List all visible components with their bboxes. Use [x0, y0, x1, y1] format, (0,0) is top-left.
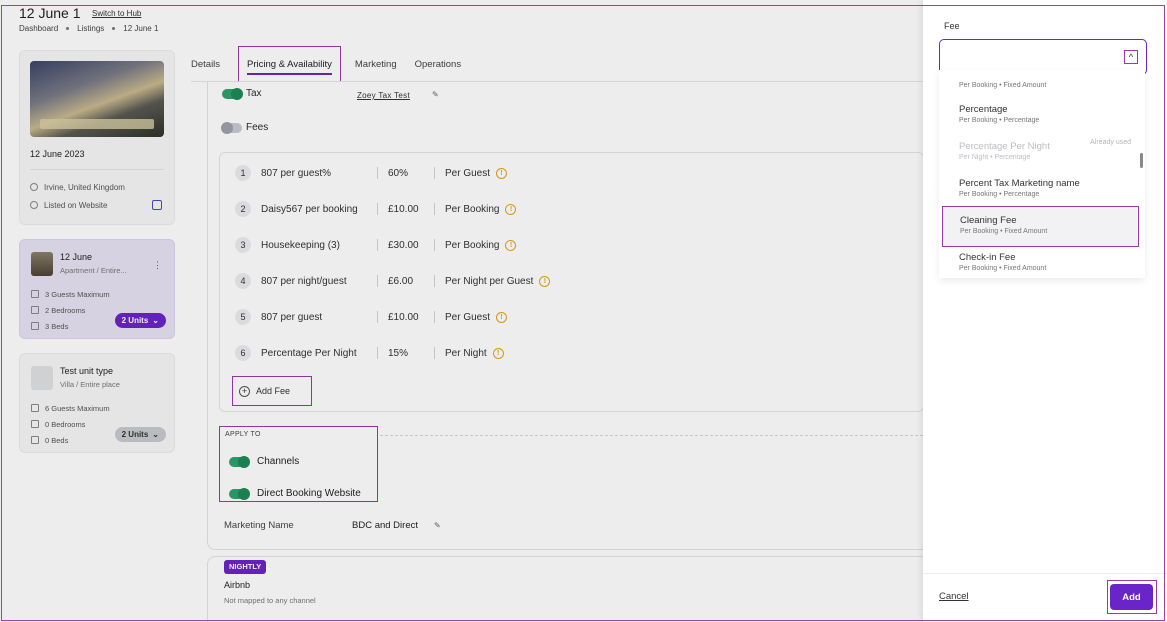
fee-option-cleaning[interactable]: Cleaning Fee Per Booking • Fixed Amount: [942, 206, 1139, 247]
option-name: Percentage: [959, 104, 1008, 115]
fee-option[interactable]: Percent Tax Marketing name Per Booking •…: [939, 174, 1137, 207]
fee-option[interactable]: Check-in Fee Per Booking • Fixed Amount: [939, 248, 1137, 278]
add-fee-drawer: Fee ^ Per Booking • Fixed Amount Percent…: [923, 0, 1167, 622]
fee-option-partial[interactable]: Per Booking • Fixed Amount: [939, 70, 1137, 97]
fee-options-list: Per Booking • Fixed Amount Percentage Pe…: [939, 70, 1145, 278]
chevron-up-icon[interactable]: ^: [1124, 50, 1138, 64]
option-sub: Per Booking • Fixed Amount: [959, 82, 1047, 89]
modal-overlay[interactable]: [0, 0, 923, 622]
option-name: Percent Tax Marketing name: [959, 178, 1080, 189]
fee-option[interactable]: Percentage Per Booking • Percentage: [939, 100, 1137, 133]
already-used-note: Already used: [1090, 139, 1131, 146]
scrollbar[interactable]: [1140, 153, 1143, 168]
footer-divider: [923, 573, 1167, 574]
fee-option-disabled: Percentage Per Night Per Night • Percent…: [939, 137, 1137, 170]
option-sub: Per Booking • Percentage: [959, 117, 1040, 124]
cancel-button[interactable]: Cancel: [939, 591, 969, 602]
option-name: Check-in Fee: [959, 252, 1016, 263]
add-button[interactable]: Add: [1110, 584, 1153, 610]
main-app: 12 June 1 Switch to Hub Dashboard Listin…: [0, 0, 923, 622]
option-name: Cleaning Fee: [960, 215, 1017, 226]
option-sub: Per Booking • Fixed Amount: [959, 265, 1047, 272]
option-sub: Per Booking • Fixed Amount: [960, 228, 1048, 235]
option-sub: Per Booking • Percentage: [959, 191, 1040, 198]
fee-field-label: Fee: [944, 21, 960, 31]
option-sub: Per Night • Percentage: [959, 154, 1031, 161]
